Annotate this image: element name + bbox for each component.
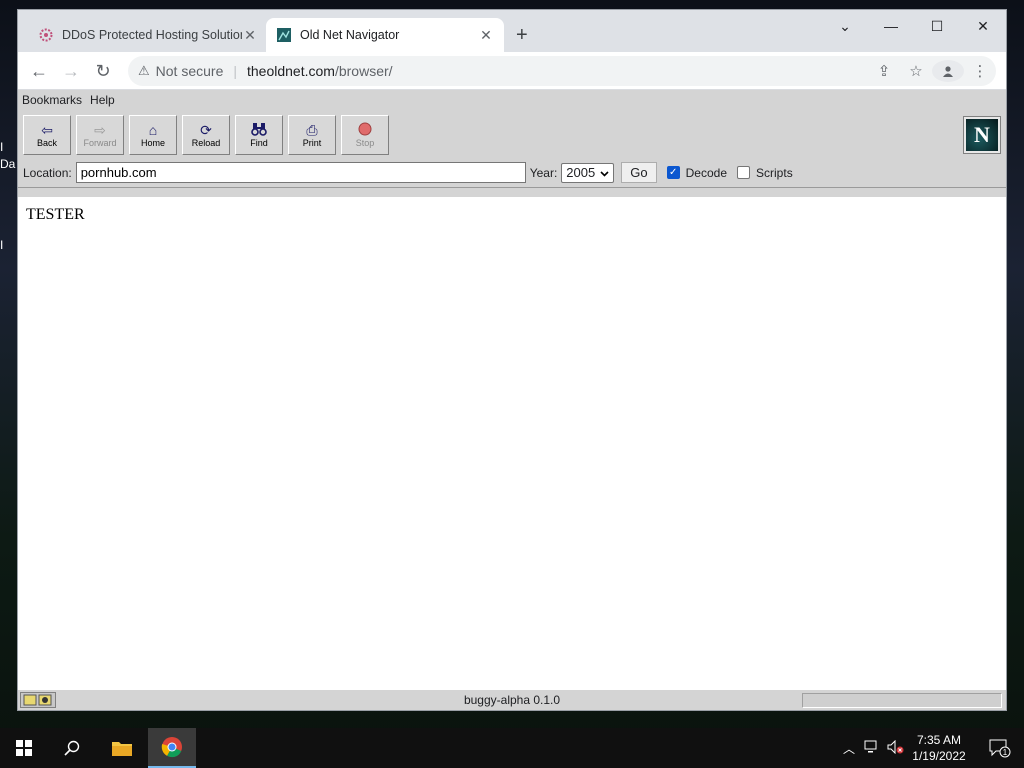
printer-icon: ⎙: [306, 122, 318, 138]
home-icon: ⌂: [148, 122, 158, 138]
nav-print-button[interactable]: ⎙ Print: [288, 115, 336, 155]
desktop-icon-label-fragment: I: [0, 140, 4, 154]
scripts-option[interactable]: Scripts: [737, 166, 793, 180]
nav-forward-button[interactable]: ⇨ Forward: [76, 115, 124, 155]
security-label[interactable]: Not secure: [156, 63, 224, 79]
new-tab-button[interactable]: +: [516, 24, 528, 47]
not-secure-warning-icon[interactable]: ⚠: [138, 63, 150, 79]
chrome-menu-icon[interactable]: ⋮: [964, 62, 996, 80]
clock-date: 1/19/2022: [912, 749, 966, 763]
tab-title: DDoS Protected Hosting Solution: [62, 28, 242, 42]
security-status-icon[interactable]: [20, 692, 56, 708]
tab-ddos-hosting[interactable]: DDoS Protected Hosting Solution ✕: [28, 18, 268, 52]
chrome-taskbar-icon[interactable]: [148, 728, 196, 768]
year-value: 2005: [566, 165, 596, 180]
system-tray: ︿: [838, 728, 908, 768]
nav-back-button[interactable]: ⇦ Back: [23, 115, 71, 155]
close-window-button[interactable]: ✕: [960, 10, 1006, 42]
minimize-button[interactable]: —: [868, 10, 914, 42]
back-button[interactable]: ←: [26, 58, 52, 84]
progress-bar: [802, 693, 1002, 708]
notification-center-icon[interactable]: 1: [976, 728, 1024, 768]
decode-label: Decode: [685, 165, 728, 180]
tray-overflow-chevron-icon[interactable]: ︿: [838, 740, 860, 757]
nav-find-button[interactable]: Find: [235, 115, 283, 155]
tab-strip: DDoS Protected Hosting Solution ✕ Old Ne…: [18, 10, 1006, 52]
menu-bookmarks[interactable]: Bookmarks: [22, 93, 82, 107]
maximize-button[interactable]: ☐: [914, 10, 960, 42]
desktop-icon-label-fragment: Da: [0, 157, 16, 171]
decode-checkbox[interactable]: ✓: [666, 166, 680, 179]
back-arrow-icon: ⇦: [41, 122, 53, 138]
taskbar-clock[interactable]: 7:35 AM 1/19/2022: [906, 732, 972, 764]
nav-button-label: Find: [250, 138, 268, 148]
navigator-menu-bar: Bookmarks Help: [18, 90, 1006, 110]
ddos-favicon-icon: [38, 27, 54, 43]
nav-button-label: Print: [302, 138, 322, 148]
nav-stop-button[interactable]: Stop: [341, 115, 389, 155]
address-bar[interactable]: ⚠ Not secure | theoldnet.com/browser/ ⇪ …: [128, 56, 996, 86]
year-select[interactable]: 2005: [561, 162, 615, 183]
tab-old-net-navigator[interactable]: Old Net Navigator ✕: [266, 18, 504, 52]
nav-button-label: Forward: [83, 138, 117, 148]
forward-button[interactable]: →: [58, 58, 84, 84]
volume-muted-icon[interactable]: [884, 739, 908, 757]
oldnet-favicon-icon: [276, 27, 292, 43]
reload-button[interactable]: ↻: [90, 58, 116, 84]
windows-taskbar: ︿ 7:35 AM 1/19/2022 1: [0, 728, 1024, 768]
old-net-navigator-page: Bookmarks Help ⇦ Back ⇨ Forward ⌂ Home ⟳…: [18, 90, 1006, 710]
file-explorer-icon[interactable]: [98, 728, 146, 768]
chevron-down-icon: [600, 165, 609, 180]
network-icon[interactable]: [860, 740, 884, 757]
nav-home-button[interactable]: ⌂ Home: [129, 115, 177, 155]
bookmark-star-icon[interactable]: ☆: [900, 62, 932, 80]
navigator-button-bar: ⇦ Back ⇨ Forward ⌂ Home ⟳ Reload Find ⎙ …: [18, 110, 1006, 158]
tab-close-icon[interactable]: ✕: [478, 27, 494, 44]
scripts-label: Scripts: [756, 165, 793, 180]
share-icon[interactable]: ⇪: [868, 62, 900, 80]
go-button[interactable]: Go: [621, 162, 657, 183]
scripts-checkbox[interactable]: [737, 166, 751, 179]
binoculars-icon: [251, 122, 267, 138]
url-host: theoldnet.com: [247, 63, 335, 79]
notification-count: 1: [1003, 748, 1008, 757]
navigator-logo: N: [963, 116, 1001, 154]
page-content: TESTER: [18, 197, 1006, 689]
stop-icon: [358, 122, 372, 138]
content-text: TESTER: [26, 206, 85, 223]
reload-icon: ⟳: [200, 122, 212, 138]
forward-arrow-icon: ⇨: [94, 122, 106, 138]
location-bar: Location: Year: 2005 Go ✓ Decode Scripts: [18, 158, 1006, 188]
profile-avatar-icon[interactable]: [932, 60, 964, 82]
windows-start-icon[interactable]: [0, 728, 48, 768]
year-label: Year:: [529, 165, 558, 180]
nav-button-label: Reload: [191, 138, 221, 148]
chrome-window: DDoS Protected Hosting Solution ✕ Old Ne…: [18, 10, 1006, 710]
menu-help[interactable]: Help: [90, 93, 115, 107]
url-path: /browser/: [334, 63, 393, 79]
nav-reload-button[interactable]: ⟳ Reload: [182, 115, 230, 155]
nav-button-label: Back: [36, 138, 57, 148]
status-bar: buggy-alpha 0.1.0: [18, 689, 1006, 710]
address-separator: |: [233, 63, 237, 79]
desktop-icon-label-fragment: I: [0, 238, 4, 252]
nav-button-label: Stop: [355, 138, 375, 148]
decode-option[interactable]: ✓ Decode: [666, 165, 728, 180]
tab-search-icon[interactable]: ⌄: [822, 10, 868, 42]
search-icon[interactable]: [48, 728, 96, 768]
tab-close-icon[interactable]: ✕: [242, 27, 258, 44]
browser-toolbar: ← → ↻ ⚠ Not secure | theoldnet.com/brows…: [18, 52, 1006, 90]
tab-title: Old Net Navigator: [300, 28, 400, 42]
nav-button-label: Home: [140, 138, 165, 148]
clock-time: 7:35 AM: [916, 733, 962, 747]
location-label: Location:: [23, 165, 72, 180]
location-input[interactable]: [75, 162, 526, 183]
